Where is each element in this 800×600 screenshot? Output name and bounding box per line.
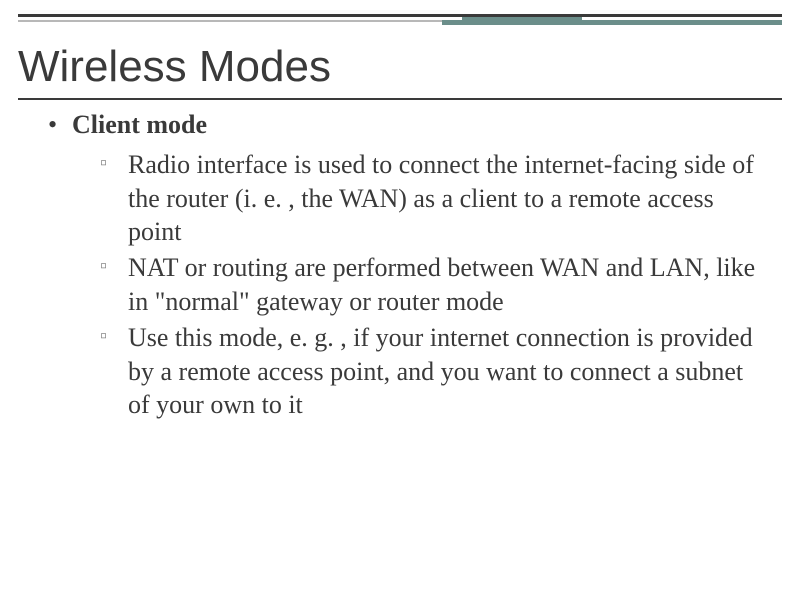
sub-bullet-item: NAT or routing are performed between WAN… [100,251,760,319]
sub-bullet-list: Radio interface is used to connect the i… [48,148,760,422]
bullet-heading: Client mode [48,108,760,142]
border-line-thin [18,20,442,22]
sub-bullet-item: Use this mode, e. g. , if your internet … [100,321,760,422]
border-line-accent-2 [462,17,582,22]
title-underline [18,98,782,100]
decorative-top-border [18,14,782,26]
slide-content: Client mode Radio interface is used to c… [48,108,760,424]
border-line-main [18,14,782,17]
sub-bullet-item: Radio interface is used to connect the i… [100,148,760,249]
slide-title: Wireless Modes [18,42,331,92]
